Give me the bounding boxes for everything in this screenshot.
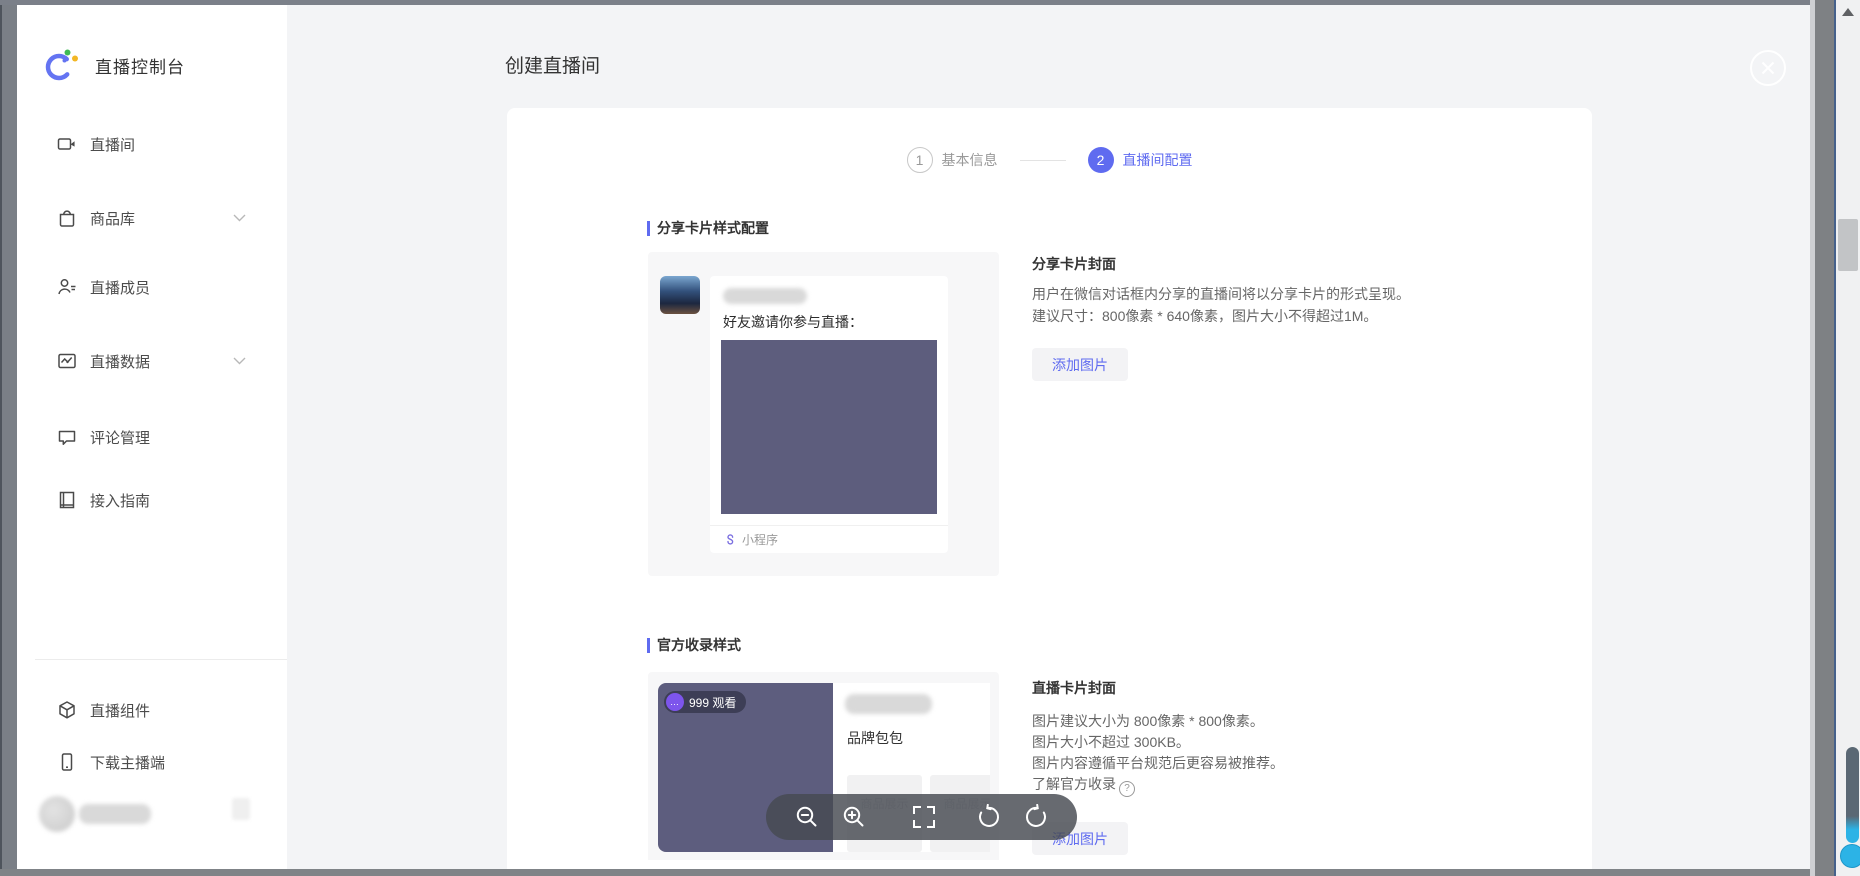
add-share-image-button[interactable]: 添加图片 bbox=[1032, 348, 1128, 381]
rotate-right-icon[interactable] bbox=[1023, 804, 1049, 830]
sidebar-item-label: 下载主播端 bbox=[90, 752, 165, 773]
window-bottom-bar bbox=[0, 869, 1834, 876]
scroll-up-arrow-icon[interactable] bbox=[1842, 8, 1854, 16]
image-viewer-toolbar bbox=[766, 794, 1077, 840]
sidebar-item-label: 直播数据 bbox=[90, 351, 150, 372]
step-label: 直播间配置 bbox=[1123, 150, 1193, 170]
close-icon bbox=[1749, 49, 1787, 87]
app-logo: 直播控制台 bbox=[43, 45, 185, 85]
help-question-icon: ? bbox=[1119, 781, 1135, 797]
sidebar-item-comment-management[interactable]: 评论管理 bbox=[17, 422, 287, 452]
sidebar-item-label: 商品库 bbox=[90, 208, 135, 229]
user-avatar[interactable] bbox=[39, 796, 75, 832]
close-button[interactable] bbox=[1749, 49, 1787, 87]
window-left-edge bbox=[0, 5, 17, 869]
sidebar-item-live-room[interactable]: 直播间 bbox=[17, 129, 287, 159]
sidebar-item-label: 接入指南 bbox=[90, 490, 150, 511]
viewer-count-badge: … 999 观看 bbox=[664, 691, 746, 713]
share-card-preview-panel: 好友邀请你参与直播： 小程序 bbox=[648, 252, 999, 576]
listing-line-3: 图片内容遵循平台规范后更容易被推荐。 bbox=[1032, 753, 1284, 773]
outer-scrollbar[interactable] bbox=[1836, 0, 1860, 876]
share-cover-title: 分享卡片封面 bbox=[1032, 254, 1116, 274]
cube-icon bbox=[57, 700, 77, 720]
section-share-card-header: 分享卡片样式配置 bbox=[647, 220, 769, 236]
step-label: 基本信息 bbox=[942, 150, 998, 170]
step-connector bbox=[1020, 160, 1066, 161]
listing-line-1: 图片建议大小为 800像素 * 800像素。 bbox=[1032, 711, 1264, 731]
screen: 直播控制台 直播间 商品库 bbox=[0, 0, 1860, 876]
room-title: 品牌包包 bbox=[847, 728, 903, 748]
chat-card-footer: 小程序 bbox=[710, 525, 948, 553]
chat-avatar-image bbox=[660, 276, 700, 314]
logo-text: 直播控制台 bbox=[95, 53, 185, 78]
cursor-indicator-ball bbox=[1840, 844, 1860, 868]
listing-line-2: 图片大小不超过 300KB。 bbox=[1032, 732, 1190, 752]
fullscreen-icon[interactable] bbox=[911, 804, 937, 830]
user-extra-redacted bbox=[232, 798, 250, 820]
step-basic-info: 1 基本信息 bbox=[907, 147, 998, 173]
sidebar-item-live-data[interactable]: 直播数据 bbox=[17, 346, 287, 376]
zoom-in-icon[interactable] bbox=[841, 804, 867, 830]
share-cover-line-1: 用户在微信对话框内分享的直播间将以分享卡片的形式呈现。 bbox=[1032, 284, 1410, 304]
mini-program-label: 小程序 bbox=[742, 531, 778, 548]
scrollbar-thumb[interactable] bbox=[1838, 219, 1858, 271]
user-name-redacted bbox=[79, 804, 151, 824]
rotate-left-icon[interactable] bbox=[976, 804, 1002, 830]
step-room-config: 2 直播间配置 bbox=[1088, 147, 1193, 173]
shopping-bag-icon bbox=[57, 208, 77, 228]
sidebar-divider bbox=[35, 659, 287, 660]
sidebar-item-label: 直播组件 bbox=[90, 700, 150, 721]
sidebar-item-label: 评论管理 bbox=[90, 427, 150, 448]
step-number: 1 bbox=[907, 147, 933, 173]
sidebar-item-live-components[interactable]: 直播组件 bbox=[17, 695, 287, 725]
section-official-listing-header: 官方收录样式 bbox=[647, 637, 741, 653]
video-camera-icon bbox=[57, 134, 77, 154]
members-icon bbox=[57, 277, 77, 297]
chevron-down-icon bbox=[233, 214, 246, 222]
data-chart-icon bbox=[57, 351, 77, 371]
cursor-indicator bbox=[1846, 747, 1859, 843]
share-chat-card: 好友邀请你参与直播： 小程序 bbox=[710, 276, 948, 553]
sidebar: 直播控制台 直播间 商品库 bbox=[17, 5, 287, 869]
guide-book-icon bbox=[57, 490, 77, 510]
listing-cover-title: 直播卡片封面 bbox=[1032, 678, 1116, 698]
invite-text: 好友邀请你参与直播： bbox=[723, 312, 863, 332]
share-cover-placeholder bbox=[721, 340, 937, 514]
live-dots-icon: … bbox=[666, 693, 684, 711]
sidebar-item-label: 直播间 bbox=[90, 134, 135, 155]
page-title: 创建直播间 bbox=[505, 51, 600, 78]
chevron-down-icon bbox=[233, 357, 246, 365]
window-right-edge bbox=[1815, 0, 1834, 876]
zoom-out-icon[interactable] bbox=[794, 804, 820, 830]
viewer-count: 999 观看 bbox=[689, 694, 736, 711]
comment-icon bbox=[57, 427, 77, 447]
section-accent-bar bbox=[647, 221, 650, 236]
step-number: 2 bbox=[1088, 147, 1114, 173]
listing-account-redacted bbox=[845, 694, 932, 714]
sidebar-item-label: 直播成员 bbox=[90, 277, 150, 298]
sidebar-item-integration-guide[interactable]: 接入指南 bbox=[17, 485, 287, 515]
logo-icon bbox=[43, 47, 79, 83]
section-accent-bar bbox=[647, 638, 650, 653]
share-cover-line-2: 建议尺寸：800像素 * 640像素，图片大小不得超过1M。 bbox=[1032, 306, 1377, 326]
sidebar-item-product-library[interactable]: 商品库 bbox=[17, 203, 287, 233]
create-room-card: 1 基本信息 2 直播间配置 分享卡片样式配置 好友邀请你参与直播： bbox=[507, 108, 1592, 869]
sidebar-item-download-host-app[interactable]: 下载主播端 bbox=[17, 747, 287, 777]
app-page: 直播控制台 直播间 商品库 bbox=[17, 5, 1810, 869]
mini-program-icon bbox=[724, 534, 736, 546]
sidebar-item-live-members[interactable]: 直播成员 bbox=[17, 272, 287, 302]
phone-icon bbox=[57, 752, 77, 772]
step-indicator: 1 基本信息 2 直播间配置 bbox=[507, 146, 1592, 174]
chat-name-redacted bbox=[723, 288, 807, 304]
